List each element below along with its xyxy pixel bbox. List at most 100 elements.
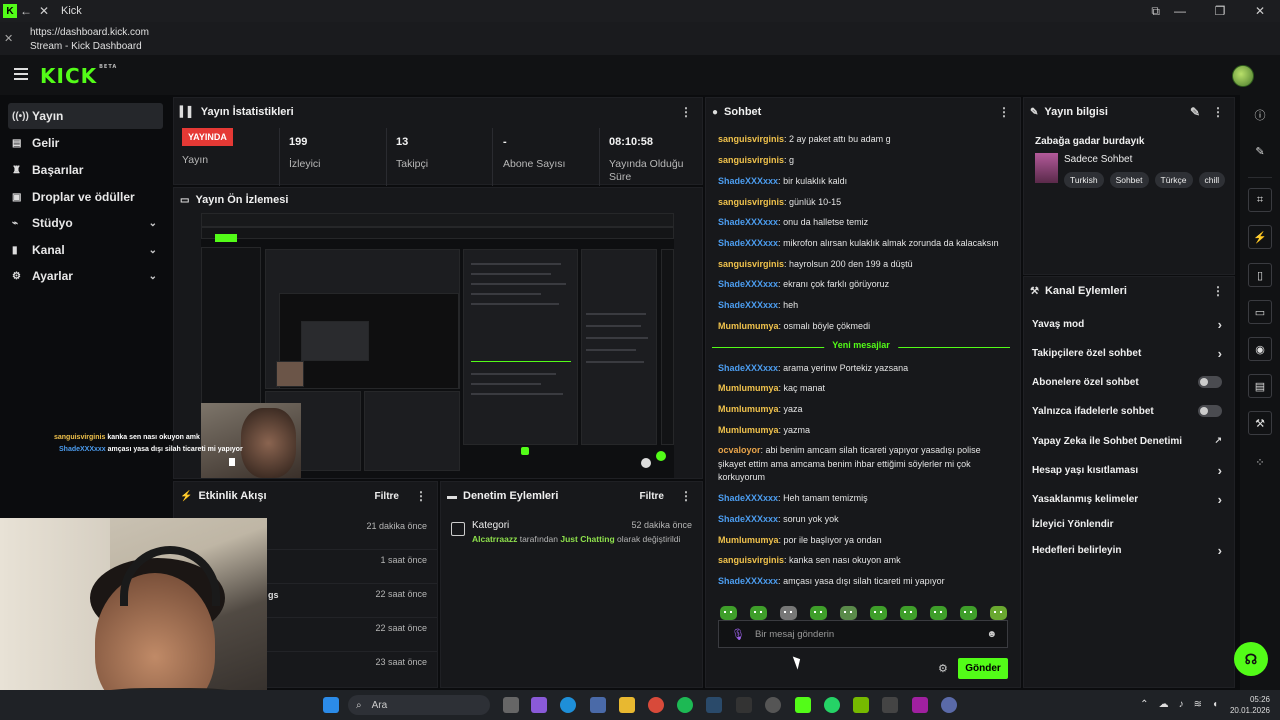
chat-username[interactable]: Mumlumumya xyxy=(718,425,779,435)
more-options-icon[interactable]: ⋮ xyxy=(1212,284,1224,298)
chat-username[interactable]: ShadeXXXxxx xyxy=(718,176,778,186)
nvidia-icon[interactable] xyxy=(853,697,869,713)
menu-icon[interactable] xyxy=(14,68,28,80)
edit-icon[interactable]: ✎ xyxy=(1190,105,1200,119)
chat-username[interactable]: ShadeXXXxxx xyxy=(718,576,778,586)
filter-button[interactable]: Filtre xyxy=(375,491,399,502)
chat-username[interactable]: ocvaloyor xyxy=(718,445,761,455)
app-icon[interactable] xyxy=(912,697,928,713)
extensions-icon[interactable]: ⁘ xyxy=(1248,450,1272,474)
stream-category[interactable]: Sadece Sohbet xyxy=(1064,154,1132,165)
app-icon[interactable] xyxy=(882,697,898,713)
info-icon[interactable]: ⓘ xyxy=(1248,103,1272,127)
action-host-viewers[interactable]: İzleyici Yönlendir xyxy=(1032,519,1226,530)
help-button[interactable]: ☊ xyxy=(1234,642,1268,676)
more-options-icon[interactable]: ⋮ xyxy=(680,105,692,119)
chat-username[interactable]: Mumlumumya xyxy=(718,535,779,545)
more-options-icon[interactable]: ⋮ xyxy=(680,489,692,503)
action-banned-words[interactable]: Yasaklanmış kelimeler › xyxy=(1032,492,1226,507)
emote-icon[interactable] xyxy=(840,606,857,620)
emote-icon[interactable] xyxy=(780,606,797,620)
settings-icon[interactable] xyxy=(641,458,651,468)
emote-icon[interactable] xyxy=(900,606,917,620)
chat-username[interactable]: sanguisvirginis xyxy=(718,555,784,565)
whatsapp-icon[interactable] xyxy=(824,697,840,713)
app-icon[interactable] xyxy=(736,697,752,713)
chrome-icon[interactable] xyxy=(648,697,664,713)
app-icon[interactable] xyxy=(531,697,547,713)
emote-icon[interactable] xyxy=(990,606,1007,620)
filter-button[interactable]: Filtre xyxy=(640,491,664,502)
chat-username[interactable]: sanguisvirginis xyxy=(718,134,784,144)
minimize-button[interactable]: — xyxy=(1160,0,1200,22)
send-button[interactable]: Gönder xyxy=(958,658,1008,679)
chat-username[interactable]: ShadeXXXxxx xyxy=(718,238,778,248)
action-account-age[interactable]: Hesap yaşı kısıtlaması › xyxy=(1032,463,1226,478)
emote-icon[interactable] xyxy=(870,606,887,620)
action-slow-mode[interactable]: Yavaş mod › xyxy=(1032,317,1226,332)
document-icon[interactable]: ▯ xyxy=(1248,263,1272,287)
chat-username[interactable]: ShadeXXXxxx xyxy=(718,514,778,524)
wifi-icon[interactable]: ≋ xyxy=(1194,699,1202,710)
broadcast-icon[interactable]: ◉ xyxy=(1248,337,1272,361)
volume-icon[interactable]: ◖ xyxy=(1212,699,1218,710)
emotes-only-toggle[interactable] xyxy=(1198,405,1222,417)
chat-username[interactable]: Mumlumumya xyxy=(718,321,779,331)
microphone-icon[interactable]: ♪ xyxy=(1179,699,1184,710)
microphone-icon[interactable]: 🎙 xyxy=(731,628,745,641)
cloud-icon[interactable]: ☁ xyxy=(1159,699,1169,710)
chat-username[interactable]: Mumlumumya xyxy=(718,404,779,414)
moderation-actor[interactable]: Alcatrraazz xyxy=(472,534,517,544)
taskbar-search[interactable]: ⌕ Ara xyxy=(348,695,490,715)
devtools-icon[interactable]: ⧉ xyxy=(1151,4,1160,19)
app-icon[interactable] xyxy=(941,697,957,713)
steam-icon[interactable] xyxy=(706,697,722,713)
clock[interactable]: 05:26 20.01.2026 xyxy=(1230,694,1270,716)
more-options-icon[interactable]: ⋮ xyxy=(998,105,1010,119)
stop-loading-icon[interactable]: ✕ xyxy=(35,0,53,22)
emote-icon[interactable] xyxy=(720,606,737,620)
task-view-icon[interactable] xyxy=(503,697,519,713)
chat-username[interactable]: sanguisvirginis xyxy=(718,155,784,165)
clip-icon[interactable]: ⌗ xyxy=(1248,188,1272,212)
emote-icon[interactable] xyxy=(930,606,947,620)
close-window-button[interactable]: ✕ xyxy=(1240,0,1280,22)
chat-input[interactable]: 🎙 Bir mesaj gönderin ☻ xyxy=(718,620,1008,648)
sidebar-item-kanal[interactable]: ▮ Kanal ⌄ xyxy=(8,237,163,263)
lightning-icon[interactable]: ⚡ xyxy=(1248,225,1272,249)
emote-icon[interactable] xyxy=(750,606,767,620)
chat-username[interactable]: sanguisvirginis xyxy=(718,259,784,269)
moderation-target[interactable]: Just Chatting xyxy=(560,534,614,544)
sidebar-item-studyo[interactable]: ⌁ Stüdyo ⌄ xyxy=(8,210,163,236)
action-set-goals[interactable]: Hedefleri belirleyin › xyxy=(1032,543,1226,558)
chat-username[interactable]: ShadeXXXxxx xyxy=(718,217,778,227)
close-url-icon[interactable]: ✕ xyxy=(4,32,13,45)
category-thumbnail[interactable] xyxy=(1035,153,1058,183)
kick-logo[interactable]: KICK BETA xyxy=(40,64,117,88)
pause-icon[interactable] xyxy=(229,458,235,466)
back-arrow-icon[interactable]: ← xyxy=(17,0,35,22)
folder-icon[interactable] xyxy=(619,697,635,713)
wrench-icon[interactable]: ⚒ xyxy=(1248,411,1272,435)
action-followers-only[interactable]: Takipçilere özel sohbet › xyxy=(1032,346,1226,361)
sidebar-item-gelir[interactable]: ▤ Gelir xyxy=(8,130,163,156)
pencil-icon[interactable]: ✎ xyxy=(1248,139,1272,163)
chat-username[interactable]: sanguisvirginis xyxy=(718,197,784,207)
emote-icon[interactable] xyxy=(810,606,827,620)
windows-start-icon[interactable] xyxy=(323,697,339,713)
spotify-icon[interactable] xyxy=(677,697,693,713)
emote-icon[interactable] xyxy=(960,606,977,620)
sidebar-item-droplar[interactable]: ▣ Droplar ve ödüller xyxy=(8,184,163,210)
store-icon[interactable] xyxy=(590,697,606,713)
chat-username[interactable]: ShadeXXXxxx xyxy=(718,363,778,373)
more-options-icon[interactable]: ⋮ xyxy=(415,489,427,503)
sidebar-item-basarilar[interactable]: ♜ Başarılar xyxy=(8,157,163,183)
chat-settings-icon[interactable]: ⚙ xyxy=(938,662,948,675)
chat-username[interactable]: Mumlumumya xyxy=(718,383,779,393)
more-options-icon[interactable]: ⋮ xyxy=(1212,105,1224,119)
stream-preview-video[interactable] xyxy=(201,213,674,478)
chat-username[interactable]: ShadeXXXxxx xyxy=(718,300,778,310)
user-avatar[interactable] xyxy=(1232,65,1254,87)
sidebar-item-ayarlar[interactable]: ⚙ Ayarlar ⌄ xyxy=(8,263,163,289)
obs-icon[interactable] xyxy=(765,697,781,713)
